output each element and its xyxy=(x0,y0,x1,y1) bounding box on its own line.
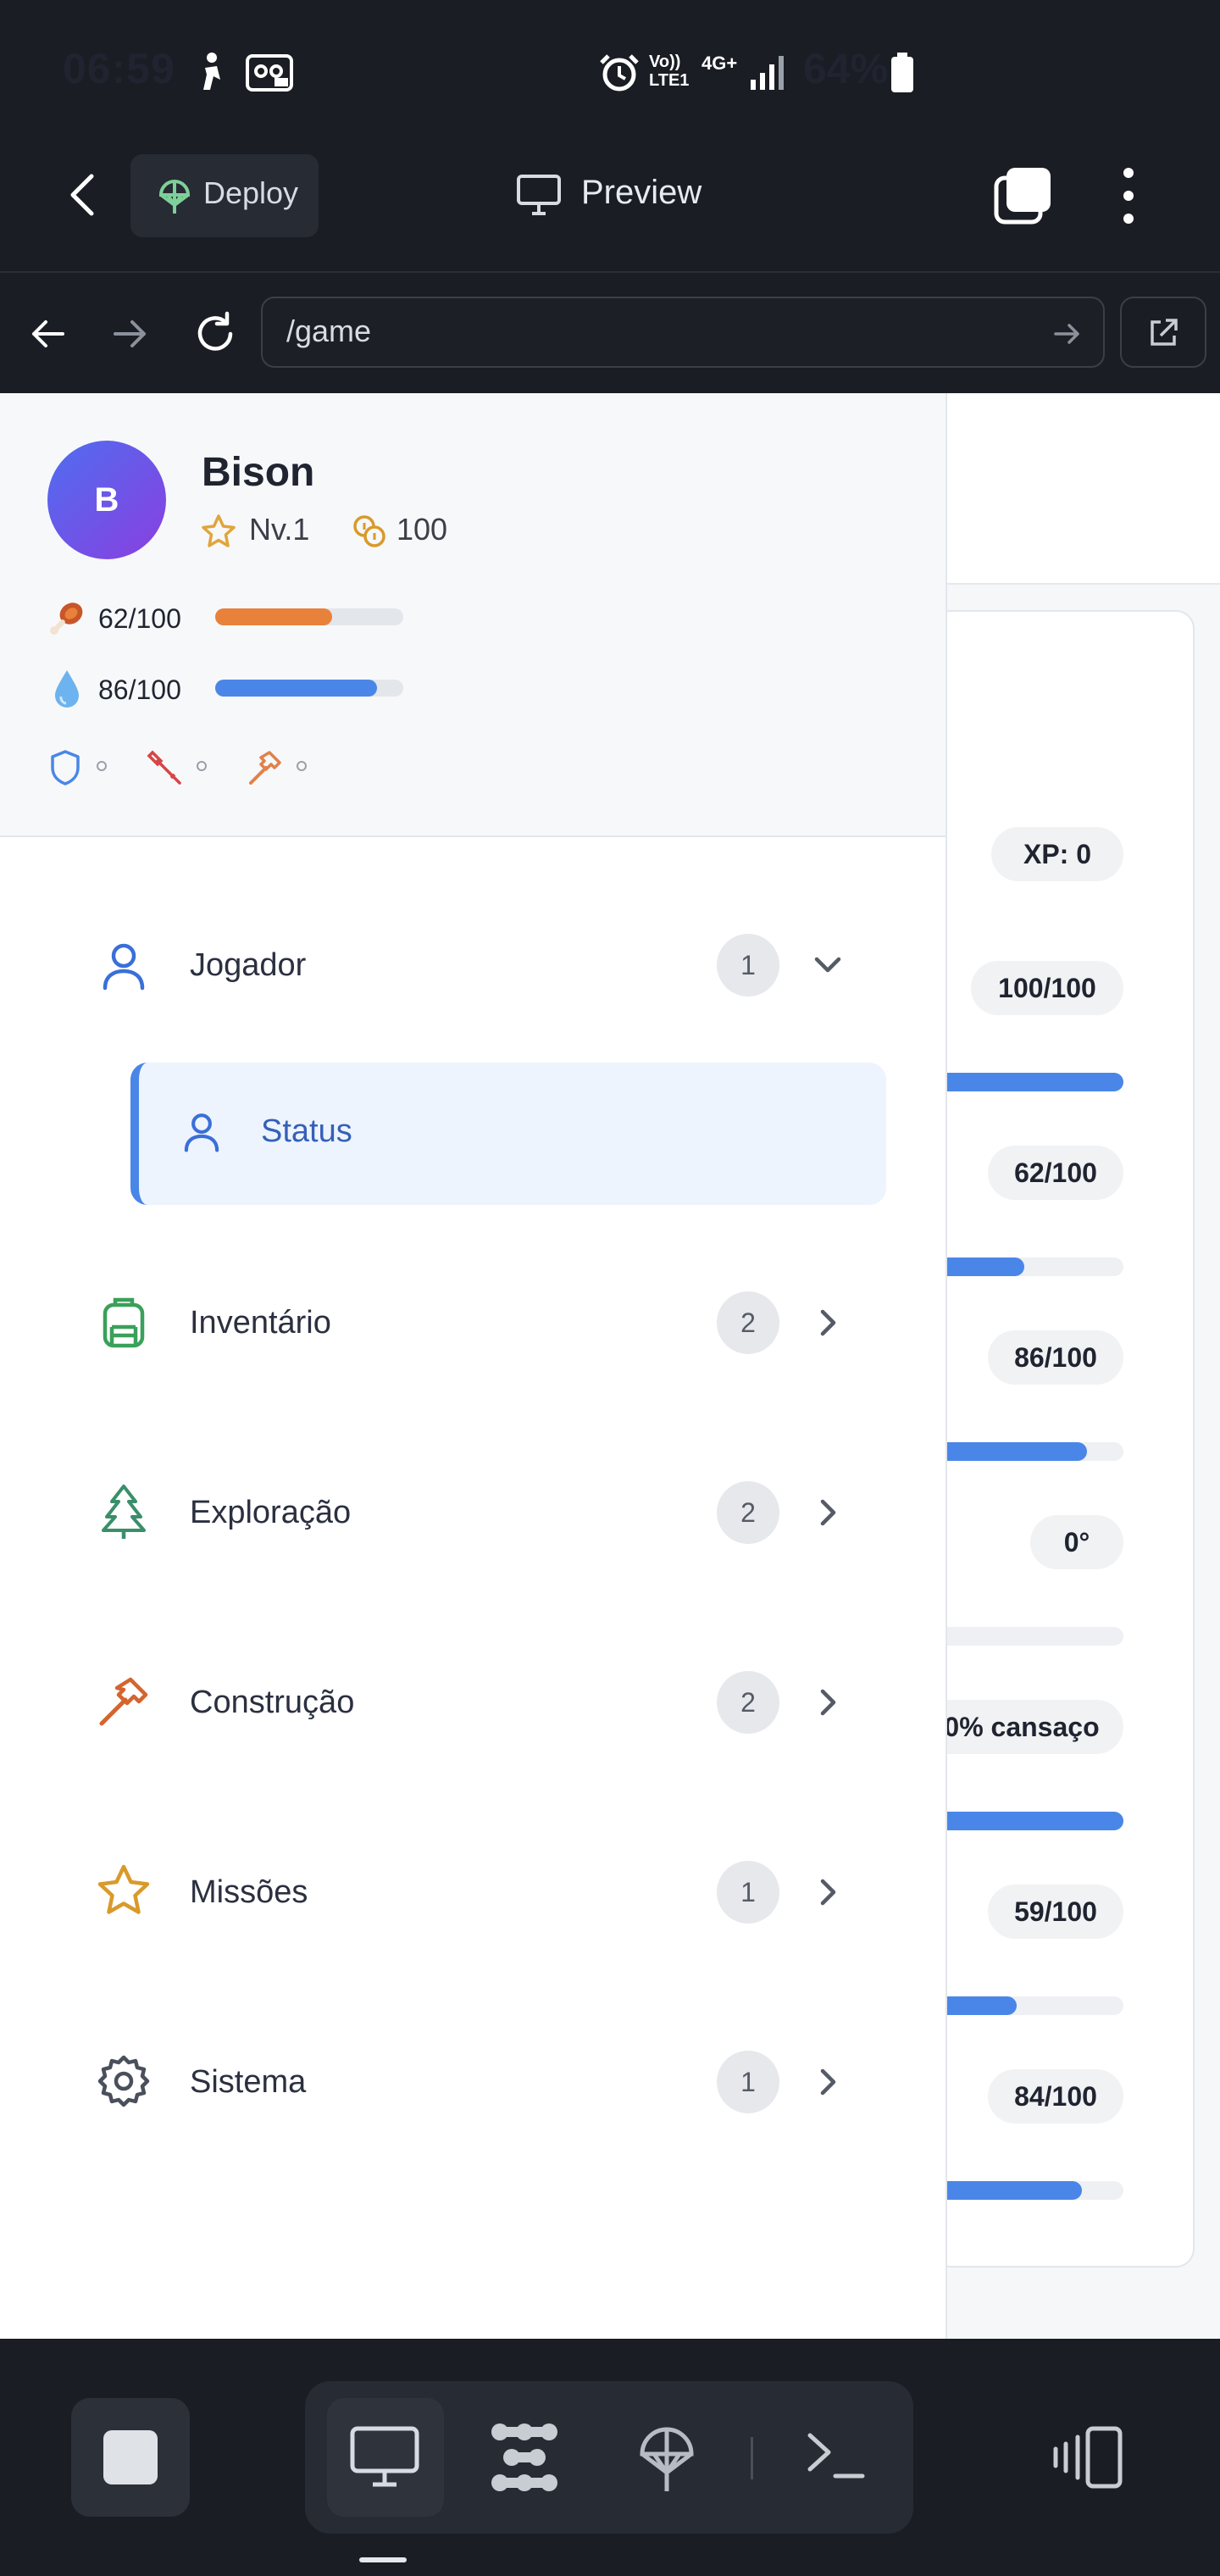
xp-badge: XP: 0 xyxy=(991,827,1123,881)
thirst-value: 86/100 xyxy=(98,675,181,705)
reload-icon[interactable] xyxy=(191,310,239,358)
sword-icon xyxy=(147,750,181,785)
thirst-bar-fill xyxy=(215,680,377,697)
home-indicator xyxy=(359,2557,407,2562)
back-button[interactable] xyxy=(59,169,110,220)
go-arrow-icon[interactable] xyxy=(1051,317,1084,351)
monitor-icon xyxy=(350,2426,419,2487)
clock: 06:59 xyxy=(63,45,175,92)
terminal-icon[interactable] xyxy=(805,2430,866,2481)
chevron-right-icon[interactable] xyxy=(807,1871,849,1913)
menu-subitem-status-label: Status xyxy=(261,1113,352,1149)
avatar[interactable]: B xyxy=(47,441,166,559)
voicemail-icon xyxy=(246,54,293,92)
player-level: Nv.1 xyxy=(249,512,310,547)
gear-icon xyxy=(97,2055,150,2107)
menu-label-sistema: Sistema xyxy=(190,2064,307,2100)
deploy-icon xyxy=(158,180,191,214)
menu-label-jogador: Jogador xyxy=(190,947,307,983)
tree-icon xyxy=(102,1485,146,1539)
menu-subitem-status[interactable] xyxy=(130,1063,886,1205)
chevron-down-icon[interactable] xyxy=(807,944,849,986)
chevron-right-icon[interactable] xyxy=(807,1491,849,1534)
menu-badge-missoes: 1 xyxy=(717,1861,779,1924)
star-icon xyxy=(97,1864,150,1914)
battery-icon xyxy=(891,53,913,92)
deploy-label: Deploy xyxy=(203,175,299,210)
url-text: /game xyxy=(286,314,372,348)
shield-slot-empty xyxy=(97,761,107,771)
sword-slot-empty xyxy=(197,761,207,771)
replit-logo-icon[interactable] xyxy=(486,2420,563,2495)
stop-icon xyxy=(103,2430,158,2484)
menu-label-exploracao: Exploração xyxy=(190,1495,352,1530)
page-header-area xyxy=(947,393,1220,585)
coins-icon xyxy=(353,515,385,547)
menu-label-construcao: Construção xyxy=(190,1685,355,1720)
backpack-icon xyxy=(103,1297,145,1348)
shield-icon xyxy=(51,750,80,786)
deploy-icon[interactable] xyxy=(637,2420,696,2495)
walking-person-icon xyxy=(203,53,220,90)
chevron-right-icon[interactable] xyxy=(807,2061,849,2103)
water-drop-icon xyxy=(55,670,79,708)
stat-value-pill: 0% cansaço xyxy=(920,1700,1123,1754)
battery-percent: 64% xyxy=(803,45,889,92)
menu-badge-jogador: 1 xyxy=(717,934,779,997)
preview-title[interactable]: Preview xyxy=(581,174,702,212)
stat-value-pill: 62/100 xyxy=(988,1146,1123,1200)
network-type: 4G+ xyxy=(702,53,738,74)
chevron-right-icon[interactable] xyxy=(807,1681,849,1724)
user-icon xyxy=(103,943,145,991)
tab-divider xyxy=(751,2437,753,2479)
hammer-icon xyxy=(249,751,281,785)
player-name: Bison xyxy=(202,450,315,495)
menu-badge-construcao: 2 xyxy=(717,1671,779,1734)
browser-forward-icon[interactable] xyxy=(110,314,151,354)
hammer-icon xyxy=(99,1677,148,1726)
more-options-icon[interactable] xyxy=(1112,166,1145,225)
external-link-icon xyxy=(1151,319,1178,346)
stat-value-pill: 84/100 xyxy=(988,2069,1123,2124)
user-icon xyxy=(184,1113,219,1152)
browser-back-icon[interactable] xyxy=(27,314,68,354)
menu-badge-exploracao: 2 xyxy=(717,1481,779,1544)
menu-badge-inventario: 2 xyxy=(717,1291,779,1354)
device-rotate-icon[interactable] xyxy=(1052,2425,1125,2490)
menu-badge-sistema: 1 xyxy=(717,2051,779,2113)
star-icon xyxy=(202,514,236,547)
alarm-icon xyxy=(600,54,639,92)
stat-value-pill: 100/100 xyxy=(971,961,1123,1015)
chevron-right-icon[interactable] xyxy=(807,1302,849,1344)
network-label: Vo)) LTE1 xyxy=(649,53,690,90)
hunger-value: 62/100 xyxy=(98,603,181,634)
tabs-icon[interactable] xyxy=(991,164,1054,227)
menu-label-missoes: Missões xyxy=(190,1874,308,1910)
stat-value-pill: 59/100 xyxy=(988,1885,1123,1939)
hunger-bar-fill xyxy=(215,608,332,625)
meat-icon xyxy=(50,602,83,635)
stat-value-pill: 86/100 xyxy=(988,1330,1123,1385)
url-input[interactable] xyxy=(261,297,1105,368)
player-coins: 100 xyxy=(396,512,448,547)
signal-icon xyxy=(751,56,784,90)
monitor-icon xyxy=(517,175,561,215)
menu-label-inventario: Inventário xyxy=(190,1305,331,1341)
stat-value-pill: 0° xyxy=(1030,1515,1123,1569)
hammer-slot-empty xyxy=(297,761,307,771)
